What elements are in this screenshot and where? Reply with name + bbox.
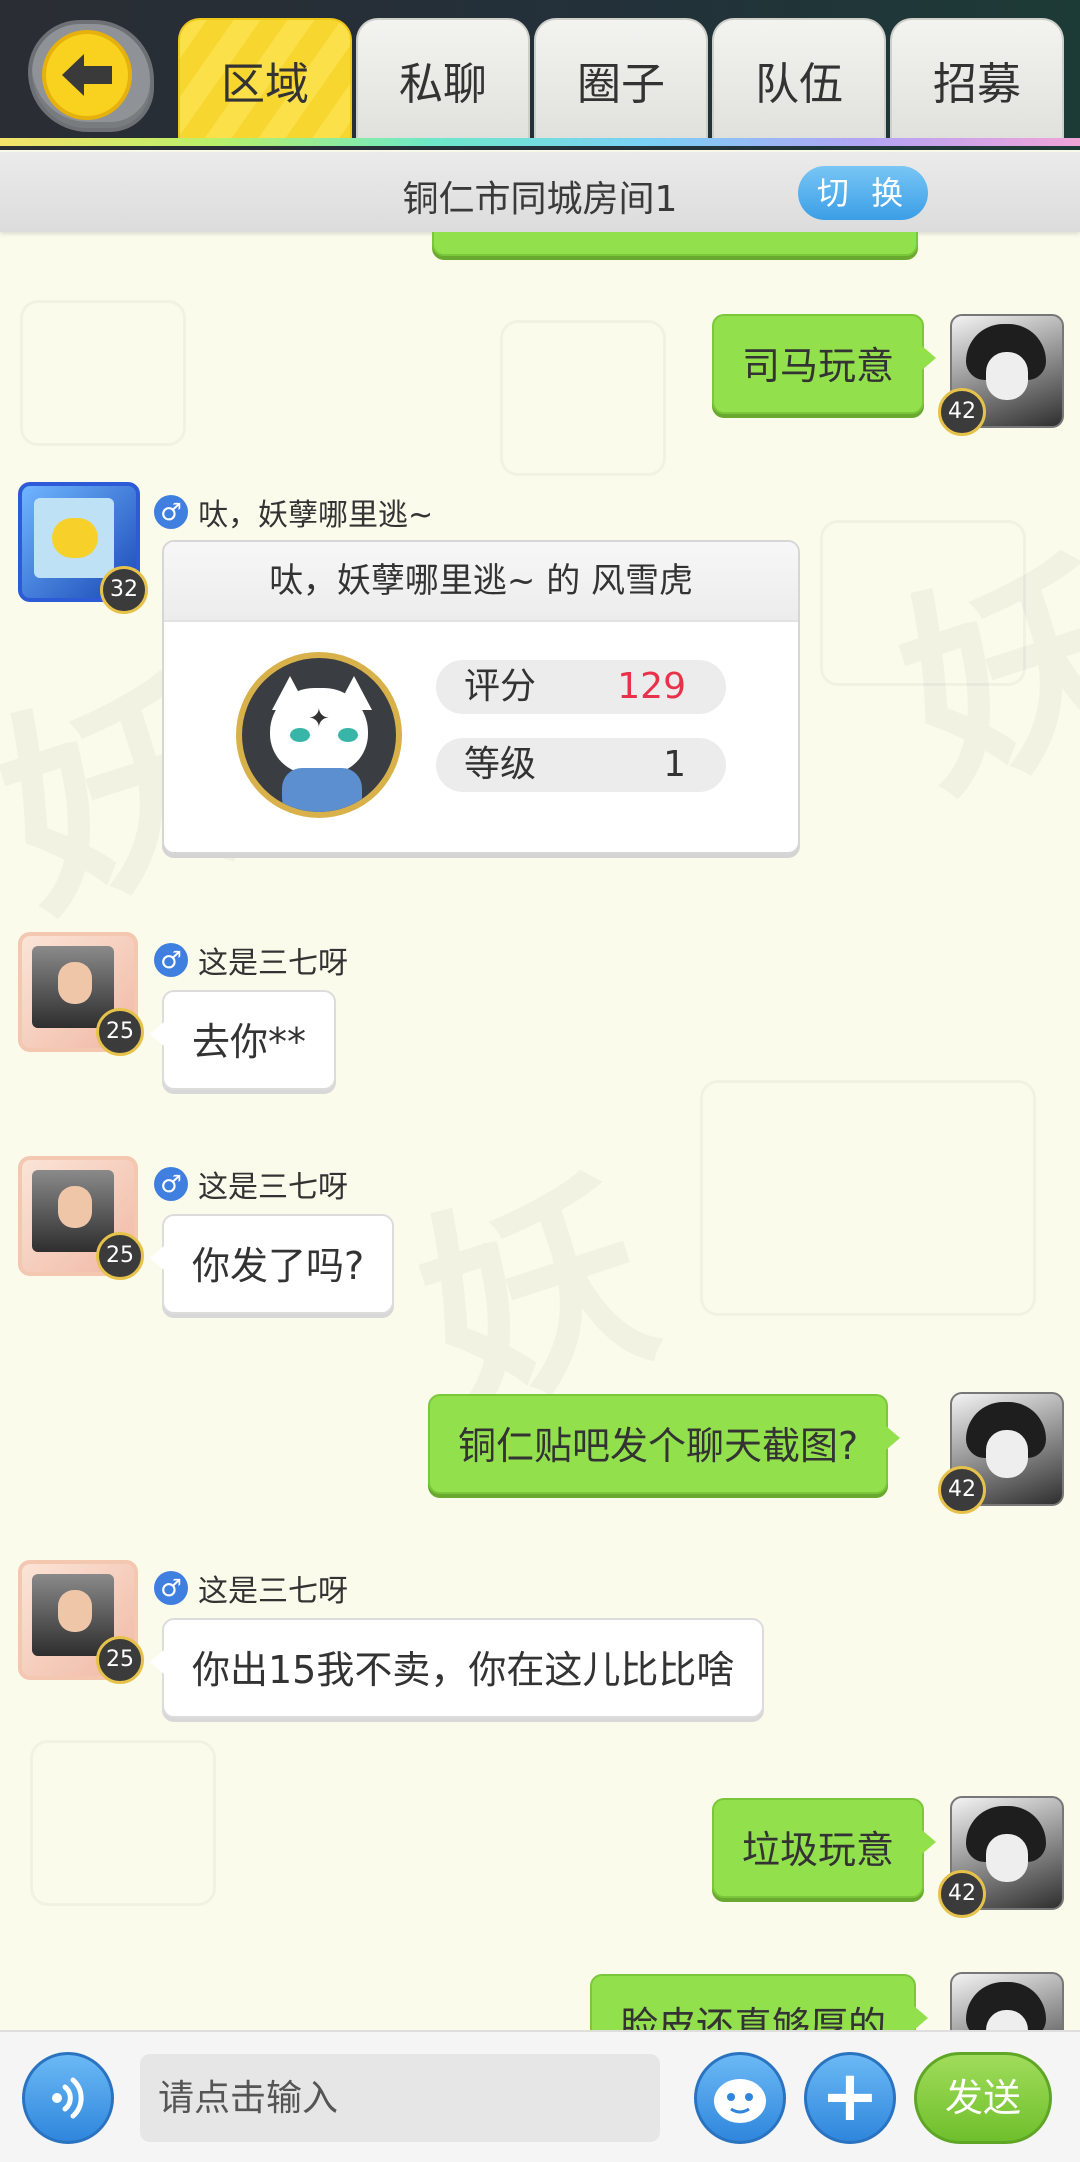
chat-area[interactable]: 司马玩意 42 32 ♂ 呔，妖孽哪里逃~ 呔，妖孽哪里逃~ 的 风雪虎 ✦ 评… — [0, 232, 1080, 2030]
emoji-button[interactable] — [694, 2052, 786, 2144]
score-label: 评分 — [464, 666, 537, 707]
input-bar: + 发送 — [0, 2030, 1080, 2162]
sender-name-text: 呔，妖孽哪里逃~ — [198, 498, 434, 533]
plus-icon: + — [820, 2055, 880, 2137]
score-value: 129 — [617, 666, 686, 707]
tab-recruit[interactable]: 招募 — [890, 18, 1064, 140]
tab-bar: 区域 私聊 圈子 队伍 招募 — [178, 18, 1080, 140]
sender-name-text: 这是三七呀 — [198, 946, 348, 981]
tab-team[interactable]: 队伍 — [712, 18, 886, 140]
sender-name: ♂ 这是三七呀 — [154, 1566, 348, 1610]
sender-name-text: 这是三七呀 — [198, 1170, 348, 1205]
switch-room-button[interactable]: 切 换 — [798, 166, 928, 220]
male-icon: ♂ — [154, 943, 188, 977]
voice-button[interactable] — [22, 2052, 114, 2144]
pet-card-title: 呔，妖孽哪里逃~ 的 风雪虎 — [164, 542, 798, 622]
header-divider — [0, 138, 1080, 146]
emoji-icon — [714, 2079, 766, 2123]
pet-avatar: ✦ — [236, 652, 402, 818]
level-label: 等级 — [464, 744, 537, 785]
tab-circle[interactable]: 圈子 — [534, 18, 708, 140]
level-badge: 42 — [938, 388, 986, 436]
sender-name-text: 这是三七呀 — [198, 1574, 348, 1609]
plus-button[interactable]: + — [804, 2052, 896, 2144]
male-icon: ♂ — [154, 495, 188, 529]
pet-card[interactable]: 呔，妖孽哪里逃~ 的 风雪虎 ✦ 评分 129 等级 1 — [162, 540, 800, 854]
male-icon: ♂ — [154, 1167, 188, 1201]
level-badge: 25 — [96, 1008, 144, 1056]
male-icon: ♂ — [154, 1571, 188, 1605]
tab-region[interactable]: 区域 — [178, 18, 352, 140]
tab-private-chat[interactable]: 私聊 — [356, 18, 530, 140]
back-button[interactable] — [22, 14, 162, 132]
message-bubble[interactable]: 去你** — [149, 990, 337, 1090]
message-bubble[interactable]: 你出15我不卖，你在这儿比比啥 — [149, 1618, 765, 1718]
message-bubble[interactable]: 铜仁贴吧发个聊天截图? — [428, 1394, 901, 1494]
sender-name: ♂ 这是三七呀 — [154, 938, 348, 982]
room-bar: 铜仁市同城房间1 切 换 — [0, 152, 1080, 232]
message-bubble[interactable]: 司马玩意 — [712, 314, 937, 414]
message-bubble[interactable]: 垃圾玩意 — [712, 1798, 937, 1898]
level-stat: 等级 1 — [436, 738, 726, 792]
level-badge: 25 — [96, 1636, 144, 1684]
sender-name: ♂ 这是三七呀 — [154, 1162, 348, 1206]
message-bubble[interactable]: 你发了吗? — [149, 1214, 395, 1314]
level-badge: 32 — [100, 566, 148, 614]
back-arrow-icon — [42, 30, 132, 120]
sender-name: ♂ 呔，妖孽哪里逃~ — [154, 490, 433, 534]
level-badge: 25 — [96, 1232, 144, 1280]
message-bubble-clipped — [432, 232, 918, 256]
send-button[interactable]: 发送 — [914, 2052, 1052, 2144]
message-bubble[interactable]: 脸皮还真够厚的 — [590, 1974, 929, 2030]
avatar[interactable] — [950, 1972, 1064, 2030]
score-stat: 评分 129 — [436, 660, 726, 714]
voice-icon — [52, 2077, 84, 2119]
level-badge: 42 — [938, 1870, 986, 1918]
level-badge: 42 — [938, 1466, 986, 1514]
level-value: 1 — [663, 744, 686, 785]
message-input[interactable] — [140, 2054, 660, 2142]
top-bar: 区域 私聊 圈子 队伍 招募 — [0, 0, 1080, 150]
